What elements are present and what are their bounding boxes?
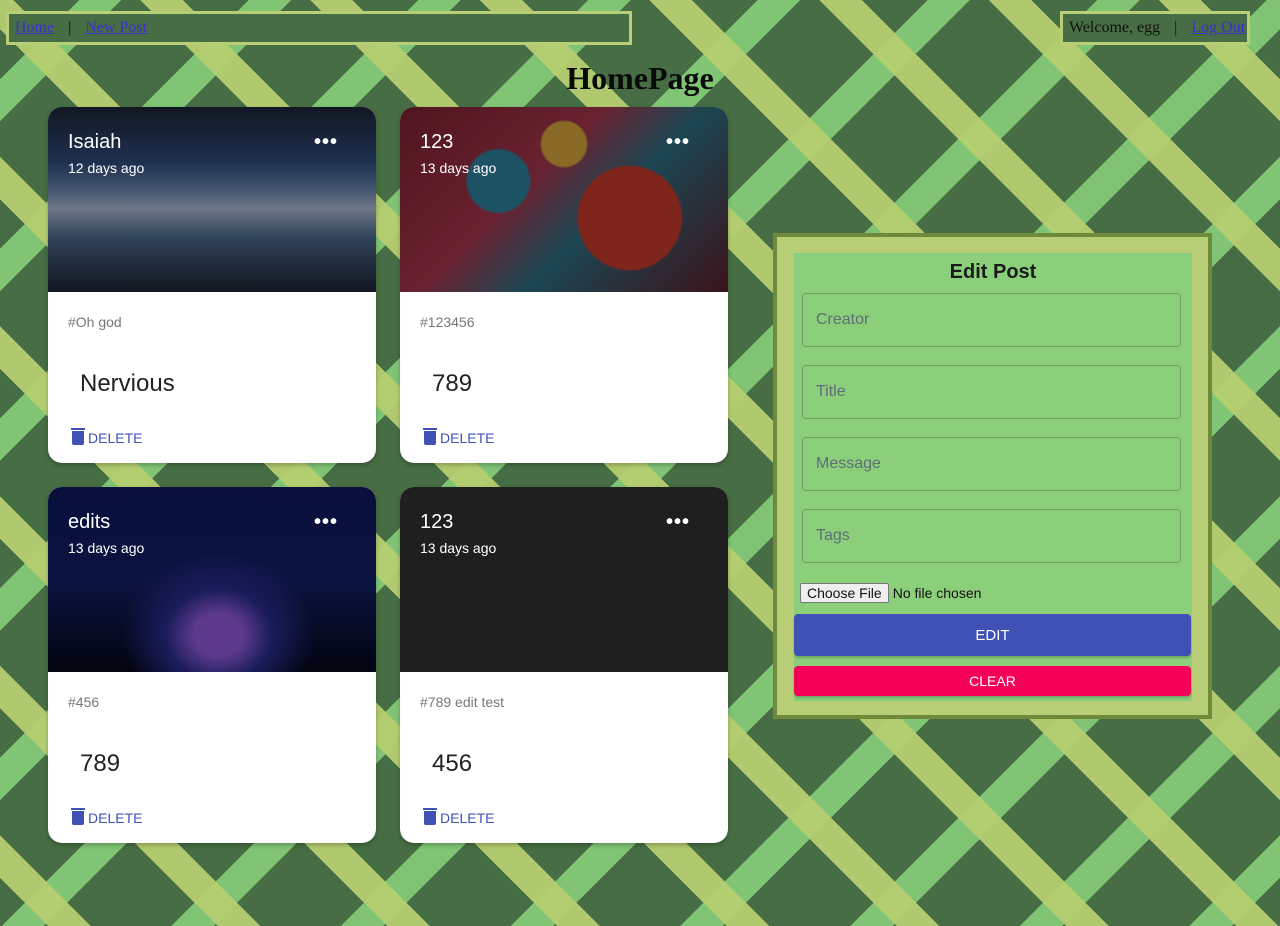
trash-icon — [71, 428, 85, 445]
more-horizontal-icon[interactable]: ••• — [314, 131, 338, 154]
edit-post-panel: Edit Post Choose FileNo file chosen EDIT… — [773, 233, 1212, 719]
delete-button[interactable]: DELETE — [71, 428, 143, 446]
post-tags: #456 — [68, 694, 100, 710]
post-tags: #123456 — [420, 314, 475, 330]
trash-icon — [71, 808, 85, 825]
new-post-link[interactable]: New Post — [85, 19, 147, 36]
post-message: Nervious — [80, 370, 175, 397]
delete-label: DELETE — [88, 810, 143, 826]
top-nav: Home | New Post — [6, 11, 632, 45]
post-message: 789 — [432, 370, 473, 397]
title-input[interactable] — [802, 365, 1181, 419]
post-message: 456 — [432, 750, 473, 777]
tags-input[interactable] — [802, 509, 1181, 563]
post-tags: #Oh god — [68, 314, 122, 330]
user-nav: Welcome, egg | Log Out — [1060, 11, 1250, 45]
delete-button[interactable]: DELETE — [423, 808, 495, 826]
delete-label: DELETE — [440, 810, 495, 826]
trash-icon — [423, 808, 437, 825]
file-picker: Choose File No file chosen — [800, 583, 981, 603]
more-horizontal-icon[interactable]: ••• — [666, 131, 690, 154]
delete-label: DELETE — [440, 430, 495, 446]
message-input[interactable] — [802, 437, 1181, 491]
choose-file-button[interactable]: Choose File — [800, 583, 889, 603]
edit-button[interactable]: EDIT — [794, 614, 1191, 656]
nav-separator: | — [1174, 19, 1178, 36]
post-creator: 123 — [420, 131, 454, 153]
logout-link[interactable]: Log Out — [1191, 19, 1245, 36]
edit-post-form: Edit Post Choose FileNo file chosen EDIT… — [794, 253, 1192, 701]
post-time: 12 days ago — [68, 160, 145, 176]
clear-button[interactable]: CLEAR — [794, 666, 1191, 696]
post-message: 789 — [80, 750, 121, 777]
nav-separator: | — [68, 19, 72, 36]
post-tags: #789 edit test — [420, 694, 505, 710]
creator-input[interactable] — [802, 293, 1181, 347]
delete-button[interactable]: DELETE — [423, 428, 495, 446]
file-status: No file chosen — [892, 585, 982, 601]
post-card: 123 13 days ago ••• #789 edit test 456 D… — [400, 487, 728, 843]
post-card: edits 13 days ago ••• #456 789 DELETE — [48, 487, 376, 843]
trash-icon — [423, 428, 437, 445]
post-time: 13 days ago — [68, 540, 145, 556]
post-time: 13 days ago — [420, 160, 497, 176]
more-horizontal-icon[interactable]: ••• — [314, 511, 338, 534]
post-time: 13 days ago — [420, 540, 497, 556]
more-horizontal-icon[interactable]: ••• — [666, 511, 690, 534]
post-card: 123 13 days ago ••• #123456 789 DELETE — [400, 107, 728, 463]
welcome-text: Welcome, egg — [1069, 19, 1161, 36]
home-link[interactable]: Home — [15, 19, 54, 36]
page-title: HomePage — [566, 60, 714, 96]
delete-button[interactable]: DELETE — [71, 808, 143, 826]
post-creator: edits — [68, 511, 111, 533]
delete-label: DELETE — [88, 430, 143, 446]
post-card: Isaiah 12 days ago ••• #Oh god Nervious … — [48, 107, 376, 463]
post-creator: Isaiah — [68, 131, 122, 153]
form-title: Edit Post — [949, 261, 1037, 283]
post-creator: 123 — [420, 511, 454, 533]
